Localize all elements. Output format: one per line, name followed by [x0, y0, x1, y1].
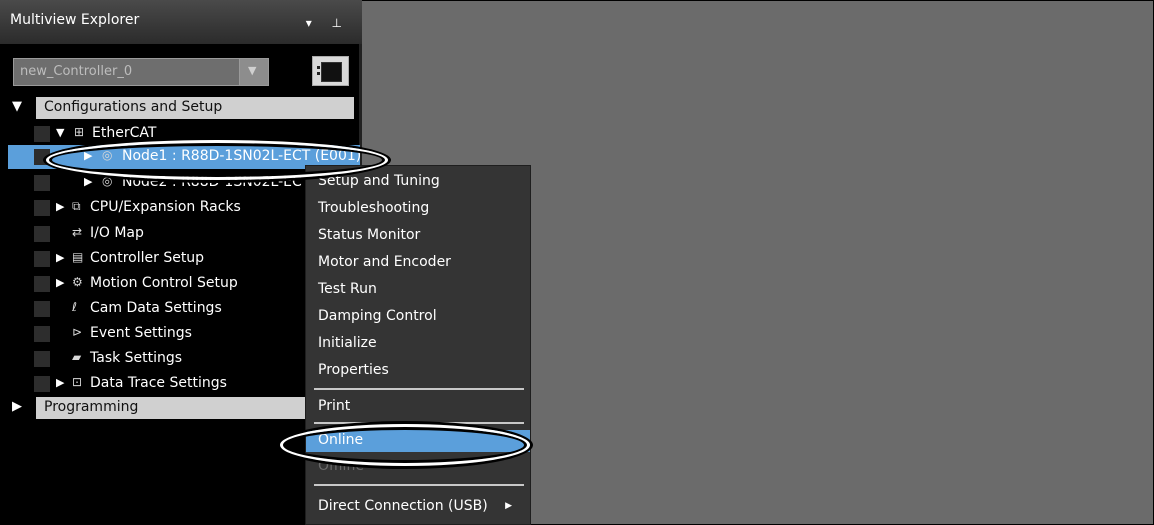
tree-checkbox: [34, 175, 50, 191]
tree-item-label: Data Trace Settings: [90, 375, 227, 391]
menu-item-label: Initialize: [318, 335, 377, 351]
controller-chip-icon: [317, 62, 342, 82]
menu-item-setup-tuning[interactable]: Setup and Tuning: [318, 171, 526, 193]
servo-drive-icon: ◎: [102, 174, 113, 188]
callout-node1-highlight: [46, 140, 388, 180]
controller-dropdown-value: new_Controller_0: [20, 64, 133, 79]
expand-right-icon: ▶: [84, 175, 93, 188]
section-programming[interactable]: ▶ Programming: [8, 397, 354, 419]
tree-checkbox: [34, 276, 50, 292]
callout-online-highlight: [280, 424, 530, 466]
chevron-down-icon: ▼: [248, 64, 257, 77]
menu-item-print[interactable]: Print: [318, 396, 526, 418]
tree-item-label: Controller Setup: [90, 250, 205, 266]
explorer-title: Multiview Explorer: [10, 12, 140, 28]
controller-setup-icon: ▤: [72, 250, 84, 264]
dropdown-button[interactable]: ▼: [239, 59, 268, 85]
expand-down-icon: ▼: [12, 99, 22, 114]
expand-right-icon: ▶: [56, 276, 65, 289]
tree-item-label: CPU/Expansion Racks: [90, 199, 241, 215]
expand-right-icon: ▶: [12, 399, 22, 414]
menu-item-test-run[interactable]: Test Run: [318, 279, 526, 301]
context-menu: Setup and Tuning Troubleshooting Status …: [305, 165, 531, 525]
menu-item-label: Print: [318, 398, 351, 414]
tree-item-label: EtherCAT: [92, 125, 157, 141]
rack-icon: ⧉: [72, 199, 81, 213]
controller-device-button[interactable]: [312, 56, 349, 86]
explorer-titlebar: Multiview Explorer ▾ ⊥: [0, 0, 362, 44]
tree-checkbox: [34, 126, 50, 142]
controller-dropdown[interactable]: new_Controller_0 ▼: [13, 58, 269, 86]
tree-item-label: I/O Map: [90, 225, 144, 241]
tree-checkbox: [34, 200, 50, 216]
submenu-arrow-icon: ▶: [505, 501, 512, 511]
menu-item-label: Damping Control: [318, 308, 437, 324]
menu-item-label: Status Monitor: [318, 227, 421, 243]
menu-item-label: Test Run: [318, 281, 377, 297]
menu-item-properties[interactable]: Properties: [318, 360, 526, 382]
menu-divider: [314, 388, 524, 390]
pin-icon[interactable]: ▾ ⊥: [306, 16, 350, 30]
tree-checkbox: [34, 376, 50, 392]
tree-item-label: Task Settings: [90, 350, 183, 366]
menu-item-status-monitor[interactable]: Status Monitor: [318, 225, 526, 247]
menu-item-label: Properties: [318, 362, 389, 378]
flag-icon: ⊳: [72, 325, 83, 339]
menu-item-label: Motor and Encoder: [318, 254, 451, 270]
cam-icon: ℓ: [72, 300, 77, 314]
menu-item-label: Setup and Tuning: [318, 173, 440, 189]
menu-item-troubleshooting[interactable]: Troubleshooting: [318, 198, 526, 220]
tree-checkbox: [34, 251, 50, 267]
menu-divider: [314, 484, 524, 486]
tree-checkbox: [34, 301, 50, 317]
menu-item-label: Troubleshooting: [318, 200, 430, 216]
network-icon: ⊞: [74, 125, 85, 139]
menu-item-initialize[interactable]: Initialize: [318, 333, 526, 355]
tree-item-label: Motion Control Setup: [90, 275, 238, 291]
menu-item-direct-connection[interactable]: Direct Connection (USB) ▶: [318, 496, 526, 518]
trace-icon: ⊡: [72, 375, 83, 389]
section-configurations-label: Configurations and Setup: [36, 97, 354, 119]
task-icon: ▰: [72, 350, 82, 364]
menu-item-damping-control[interactable]: Damping Control: [318, 306, 526, 328]
menu-item-label: Direct Connection (USB): [318, 498, 488, 514]
menu-item-motor-encoder[interactable]: Motor and Encoder: [318, 252, 526, 274]
tree-checkbox: [34, 326, 50, 342]
io-map-icon: ⇄: [72, 225, 83, 239]
tree-checkbox: [34, 226, 50, 242]
expand-down-icon: ▼: [56, 126, 65, 139]
expand-right-icon: ▶: [56, 251, 65, 264]
expand-right-icon: ▶: [56, 200, 65, 213]
tree-item-label: Event Settings: [90, 325, 192, 341]
tree-item-label: Cam Data Settings: [90, 300, 222, 316]
expand-right-icon: ▶: [56, 376, 65, 389]
tree-checkbox: [34, 351, 50, 367]
section-configurations[interactable]: ▼ Configurations and Setup: [8, 97, 354, 119]
gear-icon: ⚙: [72, 275, 83, 289]
